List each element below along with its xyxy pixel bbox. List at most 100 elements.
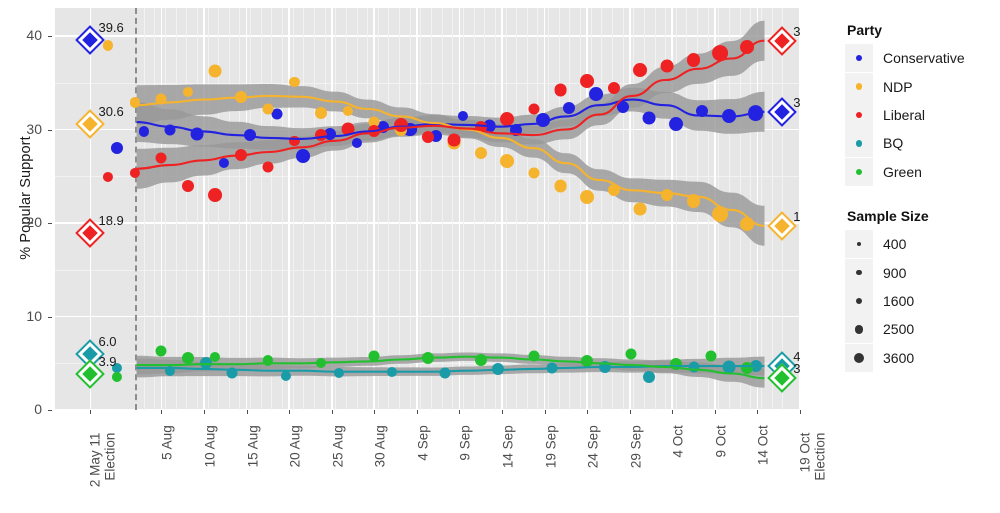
election-value-label: 18.9 xyxy=(98,213,124,229)
legend-size-item-3600[interactable]: 3600 xyxy=(845,343,1000,372)
x-tick-mark xyxy=(90,410,92,414)
x-tick-label: 30 Aug xyxy=(372,425,388,468)
marker-core xyxy=(82,365,99,382)
x-tick-label: 2 May 11 Election xyxy=(87,432,118,488)
legend-item-bq[interactable]: BQ xyxy=(845,129,1000,158)
y-axis-title: % Popular Support xyxy=(18,136,34,260)
size-dot-icon xyxy=(855,297,863,305)
legend-item-label: Liberal xyxy=(883,106,926,123)
legend-item-ndp[interactable]: NDP xyxy=(845,72,1000,101)
color-dot-icon xyxy=(855,140,863,147)
election-value-label: 30.6 xyxy=(98,103,124,119)
plot-panel: 39.630.618.96.03.939.531.919.74.73.4 xyxy=(55,8,800,410)
legend-item-label: BQ xyxy=(883,135,904,152)
legend: Party Conservative NDP Liberal BQ Green Samp… xyxy=(845,22,1000,372)
x-tick-label: 29 Sep xyxy=(628,425,644,469)
legend-key-swatch xyxy=(845,157,873,186)
y-tick-mark xyxy=(48,36,52,38)
x-tick-mark xyxy=(757,410,759,414)
x-tick-mark xyxy=(374,410,376,414)
color-dot-icon xyxy=(855,111,863,119)
trend-line-conservative xyxy=(136,98,765,140)
legend-title-sample-size: Sample Size xyxy=(847,207,929,224)
y-tick-label: 0 xyxy=(34,401,42,417)
x-tick-label: 14 Oct xyxy=(756,425,772,466)
marker-core xyxy=(82,225,99,242)
trend-line-green xyxy=(136,355,765,380)
x-tick-mark xyxy=(416,410,418,414)
x-tick-mark xyxy=(629,410,631,414)
chart-root: % Popular Support 0 10 20 30 40 39.6 30.6 18.9… xyxy=(0,0,1000,500)
size-dot-icon xyxy=(854,325,864,334)
legend-size-swatch xyxy=(845,258,873,287)
x-tick-mark xyxy=(459,410,461,414)
x-tick-mark xyxy=(587,410,589,414)
trend-line-ndp xyxy=(136,94,765,227)
legend-item-conservative[interactable]: Conservative xyxy=(845,44,1000,73)
x-tick-label: 10 Aug xyxy=(202,425,218,468)
y-tick-mark xyxy=(48,129,52,131)
y-tick-label: 20 xyxy=(26,214,42,231)
legend-key-swatch xyxy=(845,44,873,73)
y-tick-mark xyxy=(48,223,52,225)
election-value-label: 39.5 xyxy=(793,23,800,39)
marker-core xyxy=(82,116,99,132)
x-tick-label: 25 Aug xyxy=(330,425,346,468)
x-tick-label: 24 Sep xyxy=(585,425,601,469)
x-tick-mark xyxy=(502,410,503,414)
marker-core xyxy=(774,103,791,120)
y-tick-mark xyxy=(48,410,52,411)
legend-key-swatch xyxy=(845,72,873,101)
election-value-label: 6.0 xyxy=(98,333,117,349)
legend-spacer xyxy=(845,186,1000,208)
legend-item-liberal[interactable]: Liberal xyxy=(845,100,1000,129)
x-tick-mark xyxy=(331,410,333,414)
legend-item-label: Green xyxy=(883,163,922,180)
marker-core xyxy=(774,32,791,49)
trend-lines xyxy=(136,39,765,380)
election-value-label: 3.9 xyxy=(98,353,117,369)
legend-size-item-900[interactable]: 900 xyxy=(845,258,1000,287)
legend-size-label: 3600 xyxy=(883,349,915,366)
marker-core xyxy=(774,218,791,234)
x-tick-label: 20 Aug xyxy=(287,425,303,468)
y-tick-label: 10 xyxy=(26,307,42,324)
x-tick-mark xyxy=(204,410,205,414)
x-tick-label: 19 Oct Election xyxy=(797,432,827,481)
color-dot-icon xyxy=(855,168,863,175)
x-tick-mark xyxy=(800,410,801,414)
x-tick-label: 9 Oct xyxy=(713,425,729,458)
legend-group-party: Conservative NDP Liberal BQ Green xyxy=(845,44,1000,186)
legend-size-label: 1600 xyxy=(883,292,915,309)
legend-size-label: 400 xyxy=(883,236,907,253)
legend-group-sample-size: 400 900 1600 2500 3600 xyxy=(845,230,1000,372)
x-tick-label: 4 Sep xyxy=(415,425,431,461)
x-tick-mark xyxy=(161,410,163,414)
election-value-label: 31.9 xyxy=(793,94,800,110)
y-tick-label: 30 xyxy=(26,120,42,137)
y-tick-mark xyxy=(48,316,52,318)
election-value-label: 3.4 xyxy=(793,361,800,377)
x-tick-mark xyxy=(246,410,248,414)
legend-title-party: Party xyxy=(847,22,883,38)
color-dot-icon xyxy=(855,83,863,90)
x-tick-label: 4 Oct xyxy=(670,425,686,458)
election-value-label: 39.6 xyxy=(98,19,124,35)
x-tick-mark xyxy=(544,410,546,414)
color-dot-icon xyxy=(855,54,863,62)
legend-size-swatch xyxy=(845,315,873,344)
legend-size-item-400[interactable]: 400 xyxy=(845,230,1000,259)
x-tick-mark xyxy=(714,410,716,414)
legend-size-label: 900 xyxy=(883,264,907,281)
legend-item-label: NDP xyxy=(883,78,913,95)
legend-size-item-2500[interactable]: 2500 xyxy=(845,315,1000,344)
marker-core xyxy=(774,370,791,386)
x-tick-mark xyxy=(289,410,291,414)
x-tick-label: 14 Sep xyxy=(500,425,516,469)
legend-item-green[interactable]: Green xyxy=(845,157,1000,186)
size-dot-icon xyxy=(857,242,861,247)
y-tick-label: 40 xyxy=(26,27,42,44)
marker-core xyxy=(82,32,99,48)
legend-key-swatch xyxy=(845,129,873,158)
legend-size-item-1600[interactable]: 1600 xyxy=(845,286,1000,315)
